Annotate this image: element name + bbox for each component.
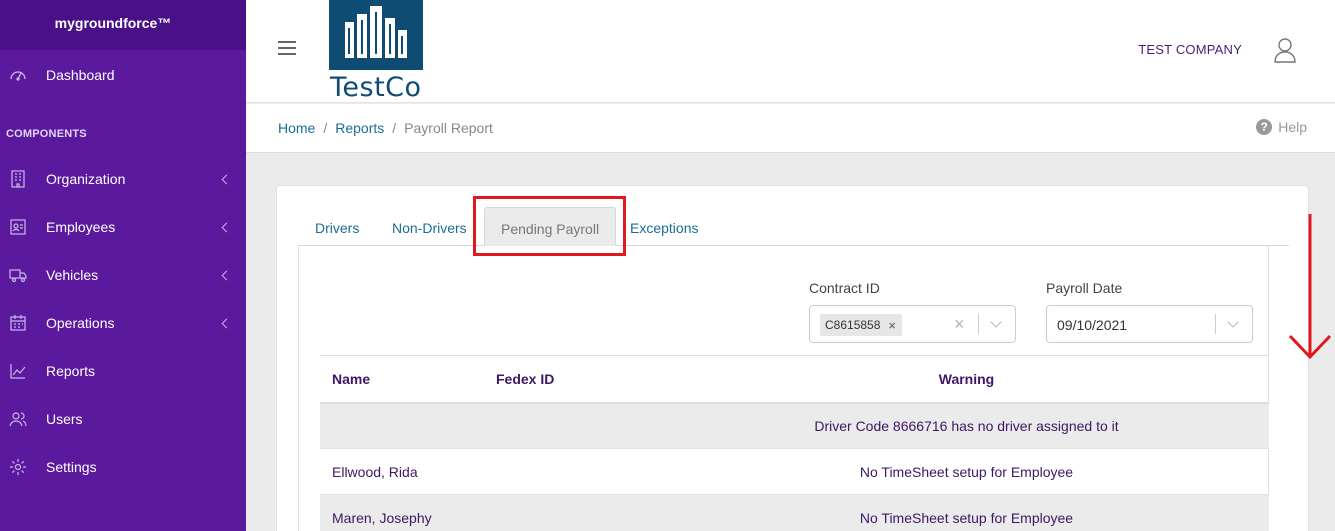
chevron-down-icon[interactable] [1227, 316, 1239, 328]
tab-non-drivers[interactable]: Non-Drivers [392, 220, 467, 236]
sidebar-item-operations[interactable]: Operations [0, 308, 246, 338]
chevron-left-icon [221, 318, 232, 328]
breadcrumb-bar: Home / Reports / Payroll Report ? Help [246, 104, 1335, 153]
cell-name: Maren, Josephy [320, 494, 484, 531]
cell-warning: Driver Code 8666716 has no driver assign… [664, 402, 1269, 449]
chevron-left-icon [221, 174, 232, 184]
chip-remove-icon[interactable]: × [888, 318, 896, 333]
contract-id-label: Contract ID [809, 280, 880, 296]
column-header-warning[interactable]: Warning [664, 355, 1269, 404]
breadcrumb-current: Payroll Report [404, 120, 493, 136]
table-row[interactable]: Driver Code 8666716 has no driver assign… [320, 402, 1269, 449]
sidebar-item-vehicles[interactable]: Vehicles [0, 260, 246, 290]
table-header-row: Name Fedex ID Warning [320, 355, 1269, 404]
sidebar: mygroundforce™ Dashboard COMPONENTS Orga… [0, 0, 246, 531]
top-header: TestCo TEST COMPANY [246, 0, 1335, 103]
cell-fedex-id [484, 402, 664, 449]
pending-payroll-panel: Contract ID C8615858 × × Payroll Date 09… [298, 246, 1269, 531]
user-account-icon[interactable] [1273, 37, 1297, 63]
cell-fedex-id [484, 448, 664, 495]
sidebar-item-settings[interactable]: Settings [0, 452, 246, 482]
report-card: Drivers Non-Drivers Pending Payroll Exce… [276, 185, 1309, 531]
gear-icon [9, 458, 27, 476]
select-separator [978, 314, 979, 334]
cell-fedex-id [484, 494, 664, 531]
calendar-icon [9, 314, 27, 332]
column-header-fedex-id[interactable]: Fedex ID [484, 355, 664, 404]
logo-text: TestCo [330, 72, 422, 103]
table-row[interactable]: Ellwood, Rida No TimeSheet setup for Emp… [320, 448, 1269, 495]
chevron-down-icon[interactable] [990, 316, 1002, 328]
cell-warning: No TimeSheet setup for Employee [664, 448, 1269, 495]
sidebar-item-employees[interactable]: Employees [0, 212, 246, 242]
contract-id-chip-label: C8615858 [825, 318, 881, 332]
select-separator [1215, 314, 1216, 334]
brand-bar: mygroundforce™ [0, 0, 246, 50]
sidebar-item-label: Users [46, 411, 83, 427]
users-icon [9, 410, 27, 428]
chevron-left-icon [221, 222, 232, 232]
sidebar-item-label: Settings [46, 459, 97, 475]
payroll-date-value: 09/10/2021 [1057, 317, 1128, 333]
truck-icon [9, 266, 27, 284]
help-link[interactable]: ? Help [1256, 119, 1307, 135]
company-name[interactable]: TEST COMPANY [1138, 42, 1242, 57]
breadcrumb: Home / Reports / Payroll Report [278, 120, 493, 136]
column-header-name[interactable]: Name [320, 355, 484, 404]
sidebar-item-label: Operations [46, 315, 115, 331]
cell-warning: No TimeSheet setup for Employee [664, 494, 1269, 531]
pending-payroll-table: Name Fedex ID Warning Driver Code 866671… [320, 355, 1269, 531]
sidebar-item-dashboard[interactable]: Dashboard [0, 60, 246, 90]
sidebar-item-organization[interactable]: Organization [0, 164, 246, 194]
payroll-date-label: Payroll Date [1046, 280, 1123, 296]
logo-buildings-graphic [329, 0, 423, 70]
breadcrumb-reports[interactable]: Reports [335, 120, 384, 136]
scroll-down-arrow-annotation [1286, 214, 1332, 360]
chart-line-icon [9, 362, 27, 380]
sidebar-item-label: Employees [46, 219, 116, 235]
dashboard-icon [9, 66, 27, 84]
tab-exceptions[interactable]: Exceptions [630, 220, 698, 236]
breadcrumb-separator: / [323, 120, 328, 136]
hamburger-menu-icon[interactable] [278, 41, 296, 55]
sidebar-item-reports[interactable]: Reports [0, 356, 246, 386]
breadcrumb-home[interactable]: Home [278, 120, 315, 136]
id-card-icon [9, 218, 27, 236]
cell-name: Ellwood, Rida [320, 448, 484, 495]
clear-selection-icon[interactable]: × [954, 315, 965, 333]
sidebar-item-label: Dashboard [46, 67, 115, 83]
breadcrumb-separator: / [392, 120, 397, 136]
sidebar-item-label: Vehicles [46, 267, 99, 283]
contract-id-select[interactable]: C8615858 × × [809, 305, 1016, 343]
company-logo[interactable]: TestCo [329, 0, 425, 103]
report-tabs: Drivers Non-Drivers Pending Payroll Exce… [298, 205, 1289, 246]
building-icon [9, 170, 27, 188]
chevron-left-icon [221, 270, 232, 280]
sidebar-item-label: Reports [46, 363, 96, 379]
sidebar-item-label: Organization [46, 171, 126, 187]
contract-id-chip: C8615858 × [820, 314, 902, 336]
help-label: Help [1278, 119, 1307, 135]
tab-pending-payroll[interactable]: Pending Payroll [484, 207, 617, 246]
cell-name [320, 402, 484, 449]
tab-drivers[interactable]: Drivers [315, 220, 359, 236]
question-circle-icon: ? [1256, 119, 1273, 135]
sidebar-item-users[interactable]: Users [0, 404, 246, 434]
sidebar-section-label: COMPONENTS [6, 128, 87, 140]
payroll-date-select[interactable]: 09/10/2021 [1046, 305, 1253, 343]
brand-name: mygroundforce™ [54, 15, 172, 31]
table-row[interactable]: Maren, Josephy No TimeSheet setup for Em… [320, 494, 1269, 531]
